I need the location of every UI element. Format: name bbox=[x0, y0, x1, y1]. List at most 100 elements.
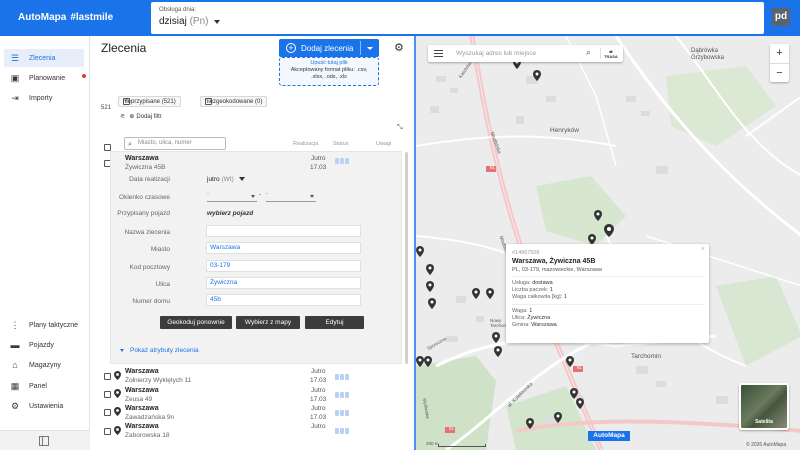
filter-chip-unassigned[interactable]: ✓ nieprzypisane (521) bbox=[118, 96, 181, 107]
sidebar-item-tactical-plans[interactable]: ⋮ Plany taktyczne bbox=[4, 316, 84, 334]
popup-order-id: #14967506 bbox=[512, 250, 540, 256]
order-street: Żołnierzy Wyklętych 11 bbox=[125, 377, 192, 384]
gear-icon[interactable]: ⚙ bbox=[394, 41, 404, 54]
sidebar-item-label: Panel bbox=[29, 382, 47, 390]
search-icon[interactable]: ⌕ bbox=[586, 47, 591, 58]
order-street: Zeusa 49 bbox=[125, 396, 153, 403]
edit-button[interactable]: Edytuj bbox=[305, 316, 364, 329]
vehicle-select[interactable]: wybierz pojazd bbox=[207, 210, 253, 217]
popup-subtitle: PL, 03-179, mazowieckie, Warszawa bbox=[512, 267, 602, 273]
sidebar-item-panel[interactable]: ▦ Panel bbox=[4, 377, 84, 395]
time-window-label: Okienko czasowe bbox=[119, 194, 170, 201]
map-search-input[interactable]: Wyszukaj adres lub miejsce bbox=[456, 50, 536, 57]
popup-title: Warszawa, Żywiczna 45B bbox=[512, 258, 596, 265]
zoom-in-button[interactable]: + bbox=[770, 44, 789, 63]
popup-line: Ulica: Żywiczna bbox=[512, 315, 551, 321]
time-window-to[interactable]: - bbox=[266, 191, 316, 202]
column-header-notes[interactable]: Uwagi bbox=[376, 141, 391, 147]
brand-name: AutoMapa bbox=[18, 12, 67, 23]
list-icon: ☰ bbox=[10, 52, 20, 63]
order-city[interactable]: Warszawa bbox=[125, 368, 159, 375]
file-dropzone[interactable]: Upuść tutaj plik Akceptowany format plik… bbox=[279, 57, 379, 86]
column-header-status[interactable]: Status bbox=[333, 141, 349, 147]
show-attributes-toggle[interactable]: Pokaż atrybuty zlecenia bbox=[120, 347, 199, 354]
map-pin-icon bbox=[114, 371, 121, 380]
plus-circle-icon: ⊕ bbox=[129, 114, 135, 120]
menu-icon[interactable] bbox=[434, 50, 443, 57]
search-input[interactable]: ⌕ Miasto, ulica, numer bbox=[124, 137, 226, 150]
map-pin-icon bbox=[114, 407, 121, 416]
order-city[interactable]: Warszawa bbox=[125, 423, 159, 430]
order-city[interactable]: Warszawa bbox=[125, 155, 159, 162]
row-checkbox[interactable] bbox=[104, 391, 111, 398]
add-filter-button[interactable]: ⚟ ⊕ Dodaj filtr bbox=[120, 111, 162, 122]
collapse-all-icon[interactable]: ⤡ bbox=[397, 124, 403, 132]
row-checkbox[interactable] bbox=[104, 428, 111, 435]
date-label: Data realizacji bbox=[129, 176, 170, 183]
map-label-grzybowska: Grzybowska bbox=[691, 55, 725, 61]
time-window-from[interactable]: - bbox=[207, 191, 257, 202]
satellite-toggle[interactable]: Satelita bbox=[739, 383, 789, 430]
geocode-again-button[interactable]: Geokoduj ponownie bbox=[160, 316, 232, 329]
order-city[interactable]: Warszawa bbox=[125, 405, 159, 412]
chevron-down-icon bbox=[214, 20, 220, 24]
status-indicator bbox=[335, 410, 349, 416]
select-all-checkbox[interactable] bbox=[104, 144, 111, 151]
street-field[interactable]: Żywiczna bbox=[206, 277, 361, 289]
postal-code-field[interactable]: 03-179 bbox=[206, 260, 361, 272]
divider bbox=[600, 48, 601, 59]
map-pin-icon bbox=[114, 389, 121, 398]
row-checkbox[interactable] bbox=[104, 373, 111, 380]
order-popup: × #14967506 Warszawa, Żywiczna 45B PL, 0… bbox=[506, 244, 709, 343]
row-checkbox[interactable] bbox=[104, 409, 111, 416]
avatar[interactable]: pd bbox=[772, 8, 790, 26]
city-field[interactable]: Warszawa bbox=[206, 242, 361, 254]
dropzone-title: Upuść tutaj plik bbox=[310, 60, 348, 66]
map-view[interactable]: 61 61 61 Dąbrówka Grzybowska Henryków Ta… bbox=[414, 36, 800, 450]
order-date-short: 17.03 bbox=[310, 414, 327, 421]
map-label-henrykow: Henryków bbox=[550, 127, 579, 134]
satellite-label: Satelita bbox=[755, 419, 773, 425]
close-icon[interactable]: × bbox=[701, 246, 705, 253]
hierarchy-icon: ⋮ bbox=[10, 319, 20, 330]
sidebar-item-orders[interactable]: ☰ Zlecenia bbox=[4, 49, 84, 67]
chevron-down-icon[interactable] bbox=[367, 47, 373, 50]
field-label: Nazwa zlecenia bbox=[124, 229, 170, 236]
gear-icon: ⚙ bbox=[10, 400, 20, 411]
order-name-field[interactable] bbox=[206, 225, 361, 237]
column-header-realization[interactable]: Realizacja bbox=[293, 141, 318, 147]
field-label: Kod pocztowy bbox=[129, 264, 170, 271]
search-icon: ⌕ bbox=[128, 141, 132, 148]
add-filter-label: Dodaj filtr bbox=[136, 113, 162, 120]
add-orders-button[interactable]: + Dodaj zlecenia bbox=[279, 39, 379, 57]
grid-icon: ▦ bbox=[10, 380, 20, 391]
route-button[interactable]: ⇄ TRASA bbox=[604, 49, 618, 59]
popup-line: Liczba paczek: 1 bbox=[512, 287, 553, 293]
order-date: Jutro bbox=[311, 423, 326, 430]
collapse-sidebar-button[interactable] bbox=[0, 430, 90, 450]
house-number-field[interactable]: 45b bbox=[206, 294, 361, 306]
sidebar-item-planning[interactable]: ▣ Planowanie bbox=[4, 69, 86, 87]
sidebar-item-warehouses[interactable]: ⌂ Magazyny bbox=[4, 356, 84, 374]
pick-from-map-button[interactable]: Wybierz z mapy bbox=[236, 316, 300, 329]
day-selector-label: Obsługa dnia: bbox=[159, 7, 197, 13]
sidebar-item-vehicles[interactable]: ▬ Pojazdy bbox=[4, 336, 84, 354]
sidebar-item-label: Zlecenia bbox=[29, 54, 56, 62]
filter-chip-not-geocoded[interactable]: niezgeokodowane (0) bbox=[200, 96, 268, 107]
app-logo[interactable]: AutoMapa #lastmile bbox=[18, 12, 113, 23]
zoom-out-button[interactable]: − bbox=[770, 63, 789, 82]
date-select[interactable]: jutro (Wt) bbox=[207, 176, 245, 183]
sidebar-item-imports[interactable]: ⇥ Importy bbox=[4, 89, 84, 107]
field-label: Miasto bbox=[150, 246, 170, 253]
order-city[interactable]: Warszawa bbox=[125, 387, 159, 394]
popup-line: Waga całkowita [kg]: 1 bbox=[512, 294, 567, 300]
road-badge: 61 bbox=[449, 426, 455, 431]
filter-icon: ⚟ bbox=[120, 114, 126, 120]
day-selector[interactable]: Obsługa dnia: dzisiaj (Pn) bbox=[151, 2, 764, 34]
map-search-bar: Wyszukaj adres lub miejsce ⌕ ⇄ TRASA bbox=[428, 45, 623, 62]
sidebar-item-settings[interactable]: ⚙ Ustawienia bbox=[4, 397, 84, 415]
sidebar-item-label: Pojazdy bbox=[29, 341, 54, 349]
chevron-down-icon bbox=[310, 195, 314, 198]
map-label-tarchomin: Tarchomin bbox=[631, 353, 661, 360]
scrollbar[interactable] bbox=[405, 152, 408, 364]
